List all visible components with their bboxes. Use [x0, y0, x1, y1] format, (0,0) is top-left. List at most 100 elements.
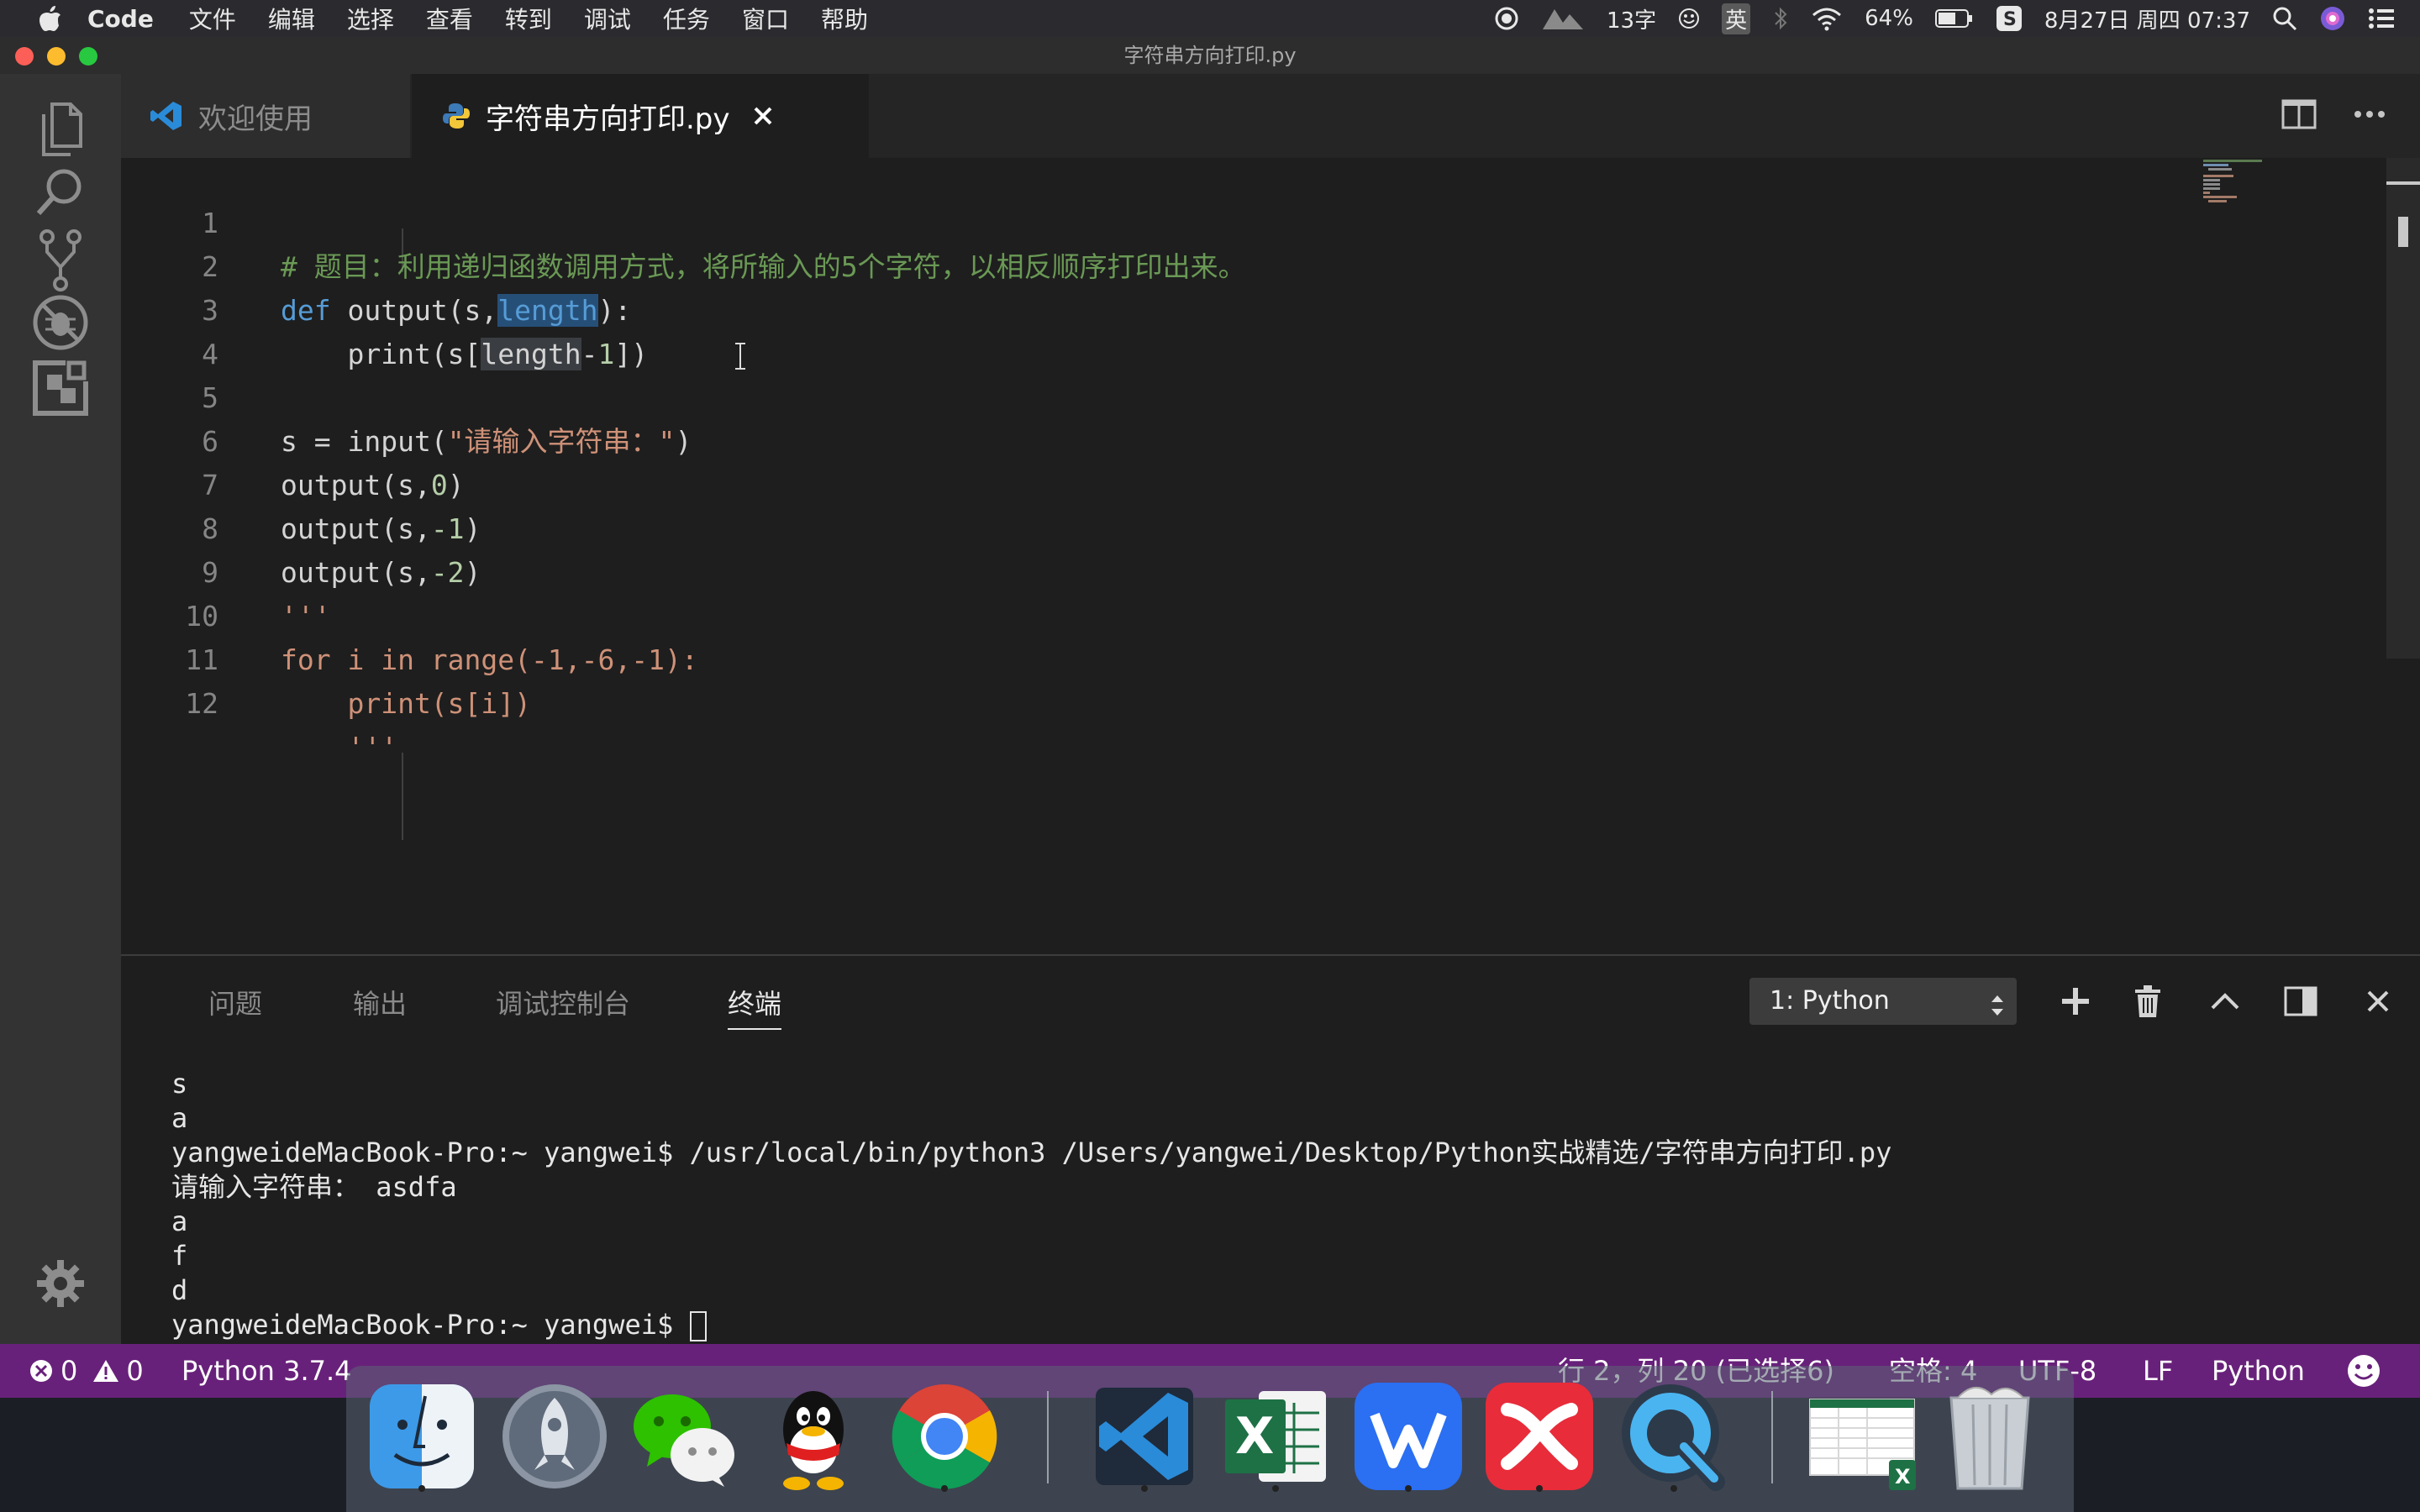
new-terminal-icon[interactable] — [2055, 981, 2096, 1021]
code-line-2: 2 def output(s,length): — [121, 202, 2180, 327]
word-count-indicator[interactable]: 13字 — [1607, 3, 1656, 34]
terminal-line: yangweideMacBook-Pro:~ yangwei$ /usr/loc… — [171, 1137, 1892, 1168]
launchpad-icon[interactable] — [497, 1379, 612, 1494]
wifi-icon[interactable] — [1811, 6, 1843, 31]
terminal-line: a — [171, 1205, 188, 1237]
excel-icon[interactable]: X — [1218, 1379, 1333, 1494]
activity-bar — [0, 74, 121, 1344]
kill-terminal-trash-icon[interactable] — [2128, 981, 2168, 1021]
toggle-panel-layout-icon[interactable] — [2281, 981, 2321, 1021]
tab-terminal[interactable]: 终端 — [728, 983, 782, 1030]
end-of-line[interactable]: LF — [2143, 1344, 2173, 1398]
tab-problems[interactable]: 问题 — [208, 983, 262, 1021]
clock[interactable]: 8月27日 周四 07:37 — [2044, 3, 2250, 34]
smiley-icon[interactable] — [1678, 8, 1700, 29]
split-editor-icon[interactable] — [2281, 96, 2317, 136]
menu-selection[interactable]: 选择 — [347, 2, 394, 35]
vscode-icon[interactable] — [1087, 1379, 1202, 1494]
code-line-1: 1 # 题目：利用递归函数调用方式，将所输入的5个字符，以相反顺序打印出来。 — [121, 158, 2180, 283]
code-line-5: 5 s = input("请输入字符串：") — [121, 333, 2180, 458]
mountain-icon[interactable] — [1541, 6, 1585, 31]
warning-count: 0 — [126, 1355, 144, 1387]
editor-scrollbar[interactable] — [2386, 158, 2420, 659]
close-tab-icon[interactable] — [752, 105, 774, 127]
running-indicator — [418, 1485, 425, 1492]
xmind-icon[interactable] — [1482, 1379, 1597, 1494]
menu-app-name[interactable]: Code — [87, 5, 154, 33]
more-actions-icon[interactable] — [2351, 96, 2388, 136]
chrome-icon[interactable] — [887, 1379, 1002, 1494]
problems-status[interactable]: 0 0 — [29, 1344, 144, 1398]
menu-view[interactable]: 查看 — [426, 2, 473, 35]
input-method-indicator[interactable]: 英 — [1722, 3, 1751, 34]
terminal-line: a — [171, 1102, 188, 1134]
search-icon[interactable] — [27, 160, 94, 227]
code-line-11: 11 print(s[i]) — [121, 595, 2180, 720]
select-arrows-icon — [1990, 988, 2005, 1035]
language-mode[interactable]: Python — [2212, 1344, 2305, 1398]
terminal-line: 请输入字符串： asdfa — [171, 1171, 457, 1203]
tab-welcome-label: 欢迎使用 — [198, 102, 313, 136]
running-indicator — [1405, 1485, 1412, 1492]
close-window-button[interactable] — [15, 47, 34, 66]
record-icon[interactable] — [1494, 6, 1519, 31]
apple-icon[interactable] — [32, 3, 69, 34]
siri-icon[interactable] — [2319, 5, 2346, 32]
tab-debug-console[interactable]: 调试控制台 — [496, 983, 630, 1021]
warning-icon — [92, 1358, 119, 1383]
extensions-icon[interactable] — [27, 354, 94, 422]
trash-icon[interactable] — [1933, 1379, 2047, 1494]
tab-active-file[interactable]: 字符串方向打印.py — [412, 74, 869, 158]
explorer-icon[interactable] — [27, 96, 94, 163]
zoom-window-button[interactable] — [79, 47, 97, 66]
menu-edit[interactable]: 编辑 — [268, 2, 315, 35]
error-count: 0 — [60, 1355, 78, 1387]
code-editor[interactable]: 1 # 题目：利用递归函数调用方式，将所输入的5个字符，以相反顺序打印出来。 2… — [121, 158, 2420, 954]
menu-window[interactable]: 窗口 — [742, 2, 789, 35]
docstring-text: ''' — [281, 731, 398, 764]
notification-center-icon[interactable] — [2368, 7, 2395, 30]
qq-icon[interactable] — [756, 1379, 871, 1494]
menu-file[interactable]: 文件 — [189, 2, 236, 35]
battery-icon[interactable] — [1934, 8, 1974, 29]
menu-debug[interactable]: 调试 — [584, 2, 631, 35]
terminal-prompt: yangweideMacBook-Pro:~ yangwei$ — [171, 1309, 690, 1341]
code-line-10: 10 for i in range(-1,-6,-1): — [121, 551, 2180, 676]
docstring-text: print(s[i]) — [281, 687, 532, 720]
title-bar: 字符串方向打印.py — [0, 37, 2420, 75]
feedback-smiley-icon[interactable] — [2346, 1344, 2381, 1398]
code-line-8: 8 output(s,-2) — [121, 464, 2180, 589]
terminal-selector[interactable]: 1: Python — [1749, 978, 2017, 1025]
terminal-line: d — [171, 1274, 188, 1306]
tab-welcome[interactable]: 欢迎使用 — [121, 74, 410, 158]
settings-gear-icon[interactable] — [27, 1250, 94, 1317]
quicktime-icon[interactable] — [1617, 1379, 1731, 1494]
menu-go[interactable]: 转到 — [505, 2, 552, 35]
wps-icon[interactable] — [1351, 1379, 1465, 1494]
running-indicator — [1536, 1485, 1543, 1492]
indent-guide — [402, 753, 403, 840]
source-control-icon[interactable] — [27, 227, 94, 294]
macos-menubar: Code 文件 编辑 选择 查看 转到 调试 任务 窗口 帮助 13字 英 64… — [0, 0, 2420, 37]
minimize-window-button[interactable] — [47, 47, 66, 66]
spotlight-search-icon[interactable] — [2272, 6, 2297, 31]
sogou-icon[interactable]: S — [1996, 5, 2023, 32]
menu-help[interactable]: 帮助 — [821, 2, 868, 35]
wechat-icon[interactable] — [625, 1379, 739, 1494]
battery-percent[interactable]: 64% — [1865, 6, 1913, 31]
finder-icon[interactable] — [365, 1379, 479, 1494]
menu-tasks[interactable]: 任务 — [663, 2, 710, 35]
close-panel-icon[interactable] — [2358, 981, 2398, 1021]
debug-icon[interactable] — [27, 289, 94, 356]
tab-output[interactable]: 输出 — [353, 983, 407, 1021]
terminal-output[interactable]: s a yangweideMacBook-Pro:~ yangwei$ /usr… — [171, 1067, 1891, 1342]
maximize-panel-chevron-up-icon[interactable] — [2205, 981, 2245, 1021]
bluetooth-icon[interactable] — [1772, 6, 1789, 31]
code-line-6: 6 output(s,0) — [121, 376, 2180, 501]
python-interpreter[interactable]: Python 3.7.4 — [182, 1344, 352, 1398]
spreadsheet-file-icon[interactable]: X — [1805, 1379, 1919, 1494]
minimap[interactable] — [2200, 158, 2301, 208]
terminal-line: f — [171, 1240, 188, 1272]
running-indicator — [1670, 1485, 1677, 1492]
python-file-icon — [442, 102, 471, 130]
